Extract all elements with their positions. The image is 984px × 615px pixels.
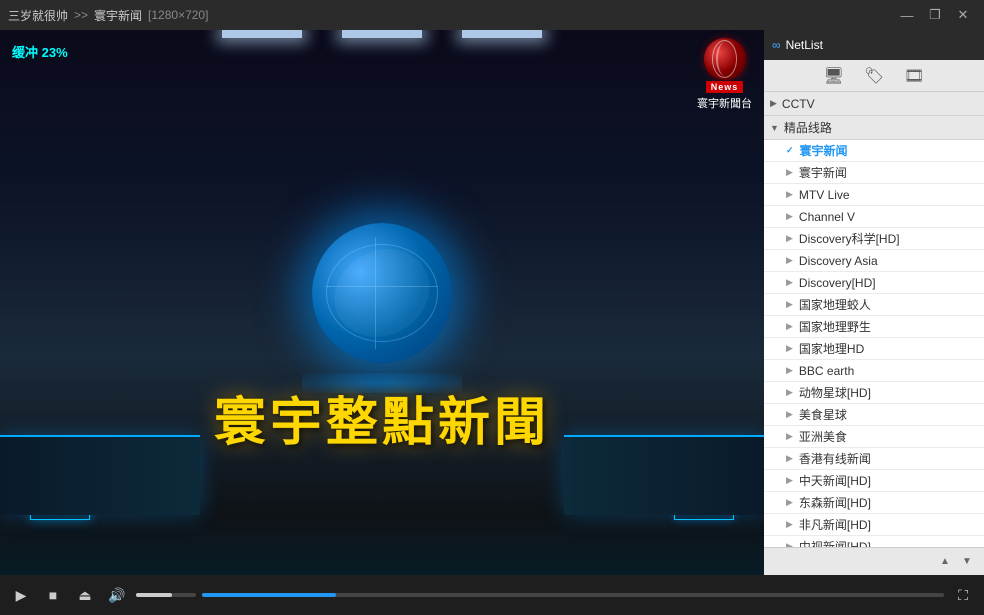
channel-item-discoveryhd[interactable]: Discovery科学[HD]: [764, 228, 984, 250]
premium-channel-items: 寰宇新闻寰宇新闻MTV LiveChannel VDiscovery科学[HD]…: [764, 140, 984, 547]
ceiling-lights: [222, 30, 542, 38]
channel-list[interactable]: CCTV 精品线路 寰宇新闻寰宇新闻MTV LiveChannel VDisco…: [764, 92, 984, 547]
channel-item-fei范[interactable]: 非凡新闻[HD]: [764, 514, 984, 536]
volume-bar[interactable]: [136, 593, 196, 597]
video-area[interactable]: 缓冲 23% News 寰宇新聞台 寰宇整點新聞: [0, 30, 764, 575]
resolution: [1280×720]: [148, 8, 208, 22]
main-broadcast-text: 寰宇整點新聞: [0, 380, 764, 455]
arrow-up-icon: ▲: [940, 556, 950, 567]
title-bar-controls: — ❐ ✕: [894, 5, 976, 25]
channel-item-discoveryhd2[interactable]: Discovery[HD]: [764, 272, 984, 294]
premium-section-header[interactable]: 精品线路: [764, 116, 984, 140]
separator: >>: [74, 8, 88, 22]
premium-label: 精品线路: [784, 119, 832, 136]
channel-item-natgeo1[interactable]: 国家地理蛟人: [764, 294, 984, 316]
eject-button[interactable]: ⏏: [72, 582, 98, 608]
cctv-label: CCTV: [782, 97, 815, 111]
channel-item-hxnews2[interactable]: 寰宇新闻: [764, 162, 984, 184]
minimize-button[interactable]: —: [894, 5, 920, 25]
right-panel: NetList 🖥 🏷 🎞 CCTV: [764, 30, 984, 575]
channel-item-channelv[interactable]: Channel V: [764, 206, 984, 228]
globe: [312, 223, 452, 363]
channel-item-hkcable[interactable]: 香港有线新闻: [764, 448, 984, 470]
title-bar: 三岁就很帅 >> 寰宇新闻 [1280×720] — ❐ ✕: [0, 0, 984, 30]
floor-glow: [0, 515, 764, 575]
fullscreen-button[interactable]: ⛶: [950, 582, 976, 608]
video-background: 缓冲 23% News 寰宇新聞台 寰宇整點新聞: [0, 30, 764, 575]
tag-tool-button[interactable]: 🏷: [864, 66, 884, 86]
channel-display-name: 寰宇新聞台: [697, 95, 752, 111]
channel-item-discoveryasia[interactable]: Discovery Asia: [764, 250, 984, 272]
channel-logo: News 寰宇新聞台: [697, 38, 752, 111]
main-container: 缓冲 23% News 寰宇新聞台 寰宇整點新聞 NetList 🖥: [0, 30, 984, 575]
cctv-section: CCTV: [764, 92, 984, 116]
scroll-up-button[interactable]: ▲: [934, 551, 956, 573]
tag-icon: 🏷: [864, 66, 884, 86]
panel-bottom-bar: ▲ ▼: [764, 547, 984, 575]
logo-news-text: News: [706, 81, 744, 93]
panel-toolbar: 🖥 🏷 🎞: [764, 60, 984, 92]
channel-item-bbcearth[interactable]: BBC earth: [764, 360, 984, 382]
play-button[interactable]: ▶: [8, 582, 34, 608]
channel-item-asianfood[interactable]: 亚洲美食: [764, 426, 984, 448]
channel-item-zhongtian[interactable]: 中天新闻[HD]: [764, 470, 984, 492]
stop-button[interactable]: ■: [40, 582, 66, 608]
progress-bar[interactable]: [202, 593, 944, 597]
film-tool-button[interactable]: 🎞: [904, 66, 924, 86]
restore-button[interactable]: ❐: [922, 5, 948, 25]
channel-item-natgeohd[interactable]: 国家地理HD: [764, 338, 984, 360]
channel-item-zhongshi[interactable]: 中视新闻[HD]: [764, 536, 984, 547]
scroll-down-button[interactable]: ▼: [956, 551, 978, 573]
netlist-header: NetList: [764, 30, 984, 60]
control-bar: ▶ ■ ⏏ 🔊 ⛶: [0, 575, 984, 615]
logo-globe: [704, 38, 746, 80]
arrow-down-icon: ▼: [962, 556, 972, 567]
volume-fill: [136, 593, 172, 597]
channel-item-dongsen[interactable]: 东森新闻[HD]: [764, 492, 984, 514]
cctv-section-header[interactable]: CCTV: [764, 92, 984, 116]
title-bar-left: 三岁就很帅 >> 寰宇新闻 [1280×720]: [8, 7, 208, 24]
mute-button[interactable]: 🔊: [104, 582, 130, 608]
progress-fill: [202, 593, 336, 597]
buffer-indicator: 缓冲 23%: [12, 42, 68, 61]
channel-item-foodplanet[interactable]: 美食星球: [764, 404, 984, 426]
close-button[interactable]: ✕: [950, 5, 976, 25]
netlist-title: NetList: [772, 38, 823, 52]
channel-item-animalhd[interactable]: 动物星球[HD]: [764, 382, 984, 404]
premium-section: 精品线路 寰宇新闻寰宇新闻MTV LiveChannel VDiscovery科…: [764, 116, 984, 547]
current-channel: 寰宇新闻: [94, 7, 142, 24]
app-name: 三岁就很帅: [8, 7, 68, 24]
fullscreen-icon: ⛶: [958, 587, 968, 604]
monitor-icon: 🖥: [824, 66, 844, 86]
channel-item-hxnews1[interactable]: 寰宇新闻: [764, 140, 984, 162]
volume-icon: 🔊: [108, 587, 125, 604]
channel-item-natgeo2[interactable]: 国家地理野生: [764, 316, 984, 338]
globe-container: [302, 223, 462, 383]
monitor-tool-button[interactable]: 🖥: [824, 66, 844, 86]
film-icon: 🎞: [904, 66, 924, 86]
channel-item-mtvlive[interactable]: MTV Live: [764, 184, 984, 206]
